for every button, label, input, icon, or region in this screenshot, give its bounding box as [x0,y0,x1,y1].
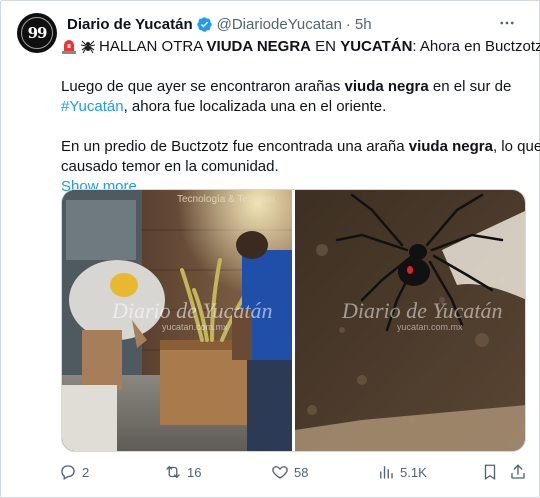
bookmark-button[interactable] [481,460,504,484]
watermark-left: Diario de Yucatán [111,298,273,323]
verified-badge-icon [196,16,212,32]
reply-count: 2 [82,464,90,480]
more-dots-icon [500,21,514,25]
text-fragment: En un predio de Buctzotz fue encontrada … [61,138,409,155]
watermark-url-left: yucatan.com.mx [162,322,228,332]
author-handle[interactable]: @DiariodeYucatan [217,16,342,33]
headline-prefix: HALLAN OTRA [99,38,207,55]
more-options-button[interactable] [495,11,519,35]
avatar-ring [21,17,53,49]
heart-icon [272,466,288,479]
views-count: 5.1K [400,464,427,480]
paragraph-1-line-1: Luego de que ayer se encontraron arañas … [61,77,531,97]
repost-button[interactable]: 16 [164,460,201,484]
left-photo: Tecnología & Telecom Diario de Yucatán y… [62,190,292,451]
share-button[interactable] [509,460,532,484]
police-light-icon [62,40,76,54]
tweet-text: HALLAN OTRA VIUDA NEGRA EN YUCATÁN: Ahor… [61,37,540,197]
watermark-right: Diario de Yucatán [341,298,503,323]
repost-icon [166,466,180,478]
reply-button[interactable]: 2 [59,460,89,484]
avatar[interactable]: 99 [17,13,57,53]
media-gallery[interactable]: Tecnología & Telecom Diario de Yucatán y… [61,189,526,452]
text-fragment: Luego de que ayer se encontraron arañas [61,78,345,95]
action-bar: 2 16 58 5.1K [59,460,529,484]
author-name[interactable]: Diario de Yucatán [67,16,193,33]
tweet-headline: HALLAN OTRA VIUDA NEGRA EN YUCATÁN: Ahor… [61,37,540,57]
separator-dot: · [345,15,351,33]
paragraph-1-line-2: #Yucatán, ahora fue localizada una en el… [61,97,531,117]
headline-suffix: : Ahora en Buctzotz. [412,38,540,55]
views-button[interactable]: 5.1K [377,460,427,484]
repost-count: 16 [187,464,202,480]
media-images: Tecnología & Telecom Diario de Yucatán y… [62,190,525,451]
bookmark-icon [484,464,496,481]
watermark-url-right: yucatan.com.mx [397,322,463,332]
paragraph-2-line-1: En un predio de Buctzotz fue encontrada … [61,137,540,157]
headline-bold-1: VIUDA NEGRA [206,38,311,55]
right-photo: Diario de Yucatán yucatan.com.mx [295,190,525,451]
watermark-top-left: Tecnología & Telecom [177,194,275,205]
headline-mid: EN [311,38,341,55]
bold-fragment: viuda negra [408,138,493,155]
paragraph-2-line-2: causado temor en la comunidad. [61,158,279,175]
text-fragment: en el sur de [428,78,512,95]
views-icon [380,466,393,479]
headline-bold-2: YUCATÁN [340,38,413,55]
spider-icon [80,40,96,54]
bold-fragment: viuda negra [344,78,429,95]
like-count: 58 [294,464,309,480]
tweet-card[interactable]: 99 Diario de Yucatán @DiariodeYucatan · … [0,0,540,498]
text-fragment: , ahora fue localizada una en el oriente… [123,98,387,115]
hashtag-link[interactable]: #Yucatán [61,98,124,115]
text-fragment: , lo que ha [492,138,540,155]
reply-icon [61,465,75,480]
tweet-timestamp[interactable]: 5h [355,16,372,33]
tweet-header: Diario de Yucatán @DiariodeYucatan · 5h [67,14,519,34]
like-button[interactable]: 58 [271,460,308,484]
share-icon [511,464,525,479]
